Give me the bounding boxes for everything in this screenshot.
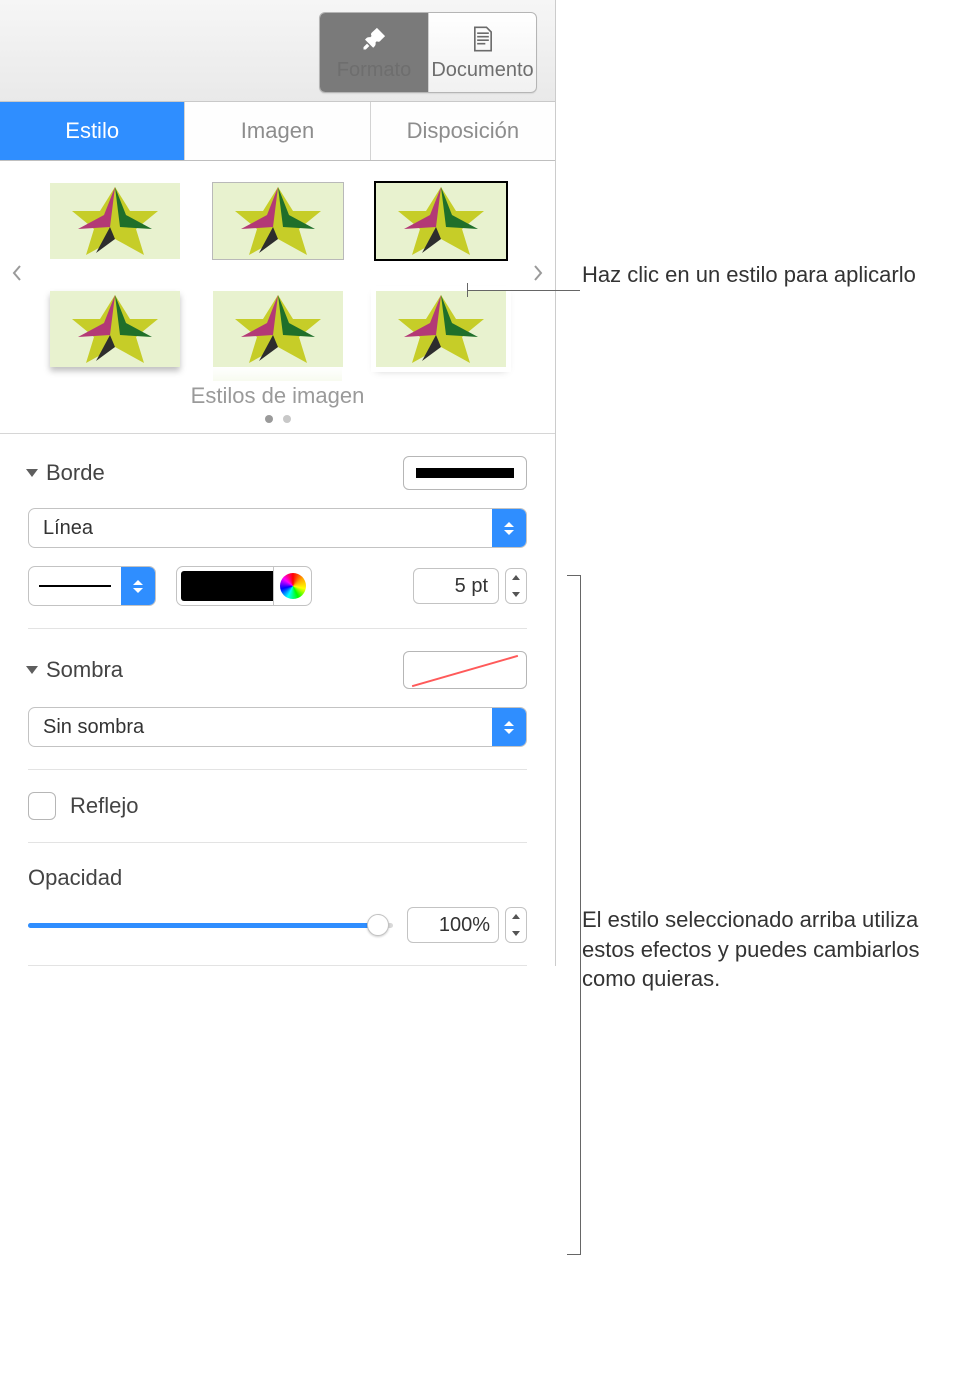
gallery-label: Estilos de imagen bbox=[0, 383, 555, 409]
border-preview-swatch[interactable] bbox=[403, 456, 527, 490]
style-thumb-4[interactable] bbox=[40, 287, 189, 371]
gallery-next[interactable] bbox=[521, 265, 555, 286]
page-dot-1[interactable] bbox=[265, 415, 273, 423]
tab-layout[interactable]: Disposición bbox=[371, 102, 555, 160]
opacity-section: Opacidad bbox=[28, 843, 527, 966]
reflection-checkbox[interactable] bbox=[28, 792, 56, 820]
stepper-up-icon[interactable] bbox=[506, 569, 526, 586]
gallery-prev[interactable] bbox=[0, 265, 34, 286]
callout-effects: El estilo seleccionado arriba utiliza es… bbox=[582, 905, 942, 994]
shadow-type-popup[interactable]: Sin sombra bbox=[28, 707, 527, 747]
shadow-disclosure[interactable]: Sombra bbox=[28, 657, 123, 683]
style-thumb-6[interactable] bbox=[366, 287, 515, 371]
stroke-preview-icon bbox=[39, 585, 111, 587]
reflection-section: Reflejo bbox=[28, 770, 527, 843]
format-tab-label: Formato bbox=[337, 59, 411, 82]
border-type-popup[interactable]: Línea bbox=[28, 508, 527, 548]
opacity-slider[interactable] bbox=[28, 913, 393, 937]
toolbar: Formato Documento bbox=[0, 0, 555, 102]
format-tab[interactable]: Formato bbox=[320, 13, 428, 92]
inspector-tabs: Estilo Imagen Disposición bbox=[0, 102, 555, 161]
callout-bracket bbox=[567, 575, 581, 1255]
border-title: Borde bbox=[46, 460, 105, 486]
shadow-preview-swatch[interactable] bbox=[403, 651, 527, 689]
border-stroke-popup[interactable] bbox=[28, 566, 156, 606]
color-swatch bbox=[181, 571, 273, 601]
stepper-up-icon[interactable] bbox=[506, 908, 526, 925]
stepper-caps-icon bbox=[492, 509, 526, 547]
effects-area: Borde Línea bbox=[0, 434, 555, 966]
disclosure-triangle-icon bbox=[26, 666, 38, 674]
border-color-well[interactable] bbox=[176, 566, 312, 606]
callout-styles: Haz clic en un estilo para aplicarlo bbox=[582, 260, 942, 290]
page-dot-2[interactable] bbox=[283, 415, 291, 423]
stepper-caps-icon bbox=[121, 567, 155, 605]
image-styles-gallery: Estilos de imagen bbox=[0, 161, 555, 434]
opacity-label: Opacidad bbox=[28, 865, 527, 891]
style-thumb-1[interactable] bbox=[40, 179, 189, 263]
paintbrush-icon bbox=[360, 25, 388, 53]
shadow-section: Sombra Sin sombra bbox=[28, 629, 527, 770]
color-wheel-icon bbox=[280, 573, 306, 599]
border-type-value: Línea bbox=[29, 517, 492, 540]
disclosure-triangle-icon bbox=[26, 469, 38, 477]
opacity-input[interactable] bbox=[407, 907, 499, 943]
style-thumb-3[interactable] bbox=[366, 179, 515, 263]
border-disclosure[interactable]: Borde bbox=[28, 460, 105, 486]
callout-leader-1 bbox=[468, 290, 580, 291]
format-inspector-panel: Formato Documento Estilo Imagen Disposic… bbox=[0, 0, 556, 966]
style-thumb-2[interactable] bbox=[203, 179, 352, 263]
color-picker-button[interactable] bbox=[273, 567, 311, 605]
slider-knob[interactable] bbox=[367, 914, 389, 936]
tab-style[interactable]: Estilo bbox=[0, 102, 185, 160]
document-icon bbox=[469, 25, 497, 53]
stepper-down-icon[interactable] bbox=[506, 586, 526, 603]
opacity-stepper[interactable] bbox=[505, 907, 527, 943]
style-thumb-5[interactable] bbox=[203, 287, 352, 371]
document-tab-label: Documento bbox=[431, 59, 533, 82]
stepper-down-icon[interactable] bbox=[506, 925, 526, 942]
border-section: Borde Línea bbox=[28, 434, 527, 629]
border-width-stepper[interactable] bbox=[505, 568, 527, 604]
border-width-input[interactable] bbox=[413, 568, 499, 604]
gallery-pager bbox=[0, 415, 555, 423]
tab-image[interactable]: Imagen bbox=[185, 102, 370, 160]
shadow-type-value: Sin sombra bbox=[29, 716, 492, 739]
stepper-caps-icon bbox=[492, 708, 526, 746]
shadow-title: Sombra bbox=[46, 657, 123, 683]
format-document-segmented: Formato Documento bbox=[319, 12, 537, 93]
document-tab[interactable]: Documento bbox=[428, 13, 536, 92]
reflection-label: Reflejo bbox=[70, 793, 138, 819]
